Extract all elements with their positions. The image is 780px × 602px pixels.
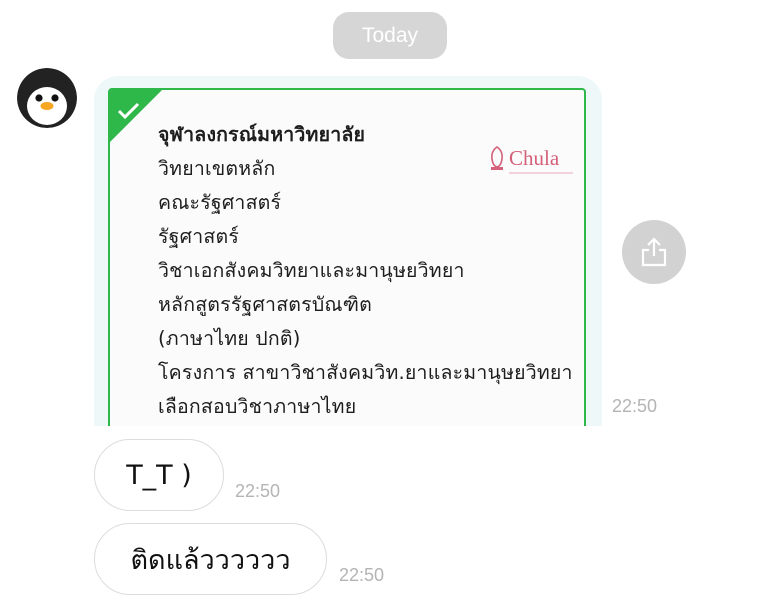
message-timestamp: 22:50 [339, 565, 385, 585]
message-text: T_T ) [126, 459, 192, 491]
image-message[interactable]: จุฬาลงกรณ์มหาวิทยาลัย วิทยาเขตหลัก คณะรั… [94, 76, 602, 426]
screenshot-image[interactable]: จุฬาลงกรณ์มหาวิทยาลัย วิทยาเขตหลัก คณะรั… [108, 88, 586, 426]
share-button[interactable] [622, 220, 686, 284]
faculty-line: คณะรัฐศาสตร์ [158, 191, 282, 214]
penguin-avatar-icon [17, 68, 77, 128]
exam-subject-line: เลือกสอบวิชาภาษาไทย [158, 395, 357, 418]
message-bubble[interactable]: ติดแล้วววววว [94, 523, 327, 595]
svg-text:Chula: Chula [509, 146, 560, 170]
department-line: รัฐศาสตร์ [158, 225, 239, 248]
chula-logo: Chula [487, 142, 577, 178]
contact-avatar[interactable] [17, 68, 77, 128]
program-type-line: (ภาษาไทย ปกติ) [158, 327, 301, 350]
message-bubble[interactable]: T_T ) [94, 439, 224, 511]
date-divider: Today [333, 12, 447, 59]
message-timestamp: 22:50 [612, 396, 658, 416]
degree-line: หลักสูตรรัฐศาสตรบัณฑิต [158, 293, 372, 316]
project-line: โครงการ สาขาวิชาสังคมวิท.ยาและมานุษยวิทย… [158, 361, 573, 384]
checkmark-icon [110, 90, 162, 142]
share-icon [641, 237, 667, 267]
message-timestamp: 22:50 [235, 481, 281, 501]
message-text: ติดแล้วววววว [130, 544, 291, 576]
major-line: วิชาเอกสังคมวิทยาและมานุษยวิทยา [158, 259, 465, 282]
